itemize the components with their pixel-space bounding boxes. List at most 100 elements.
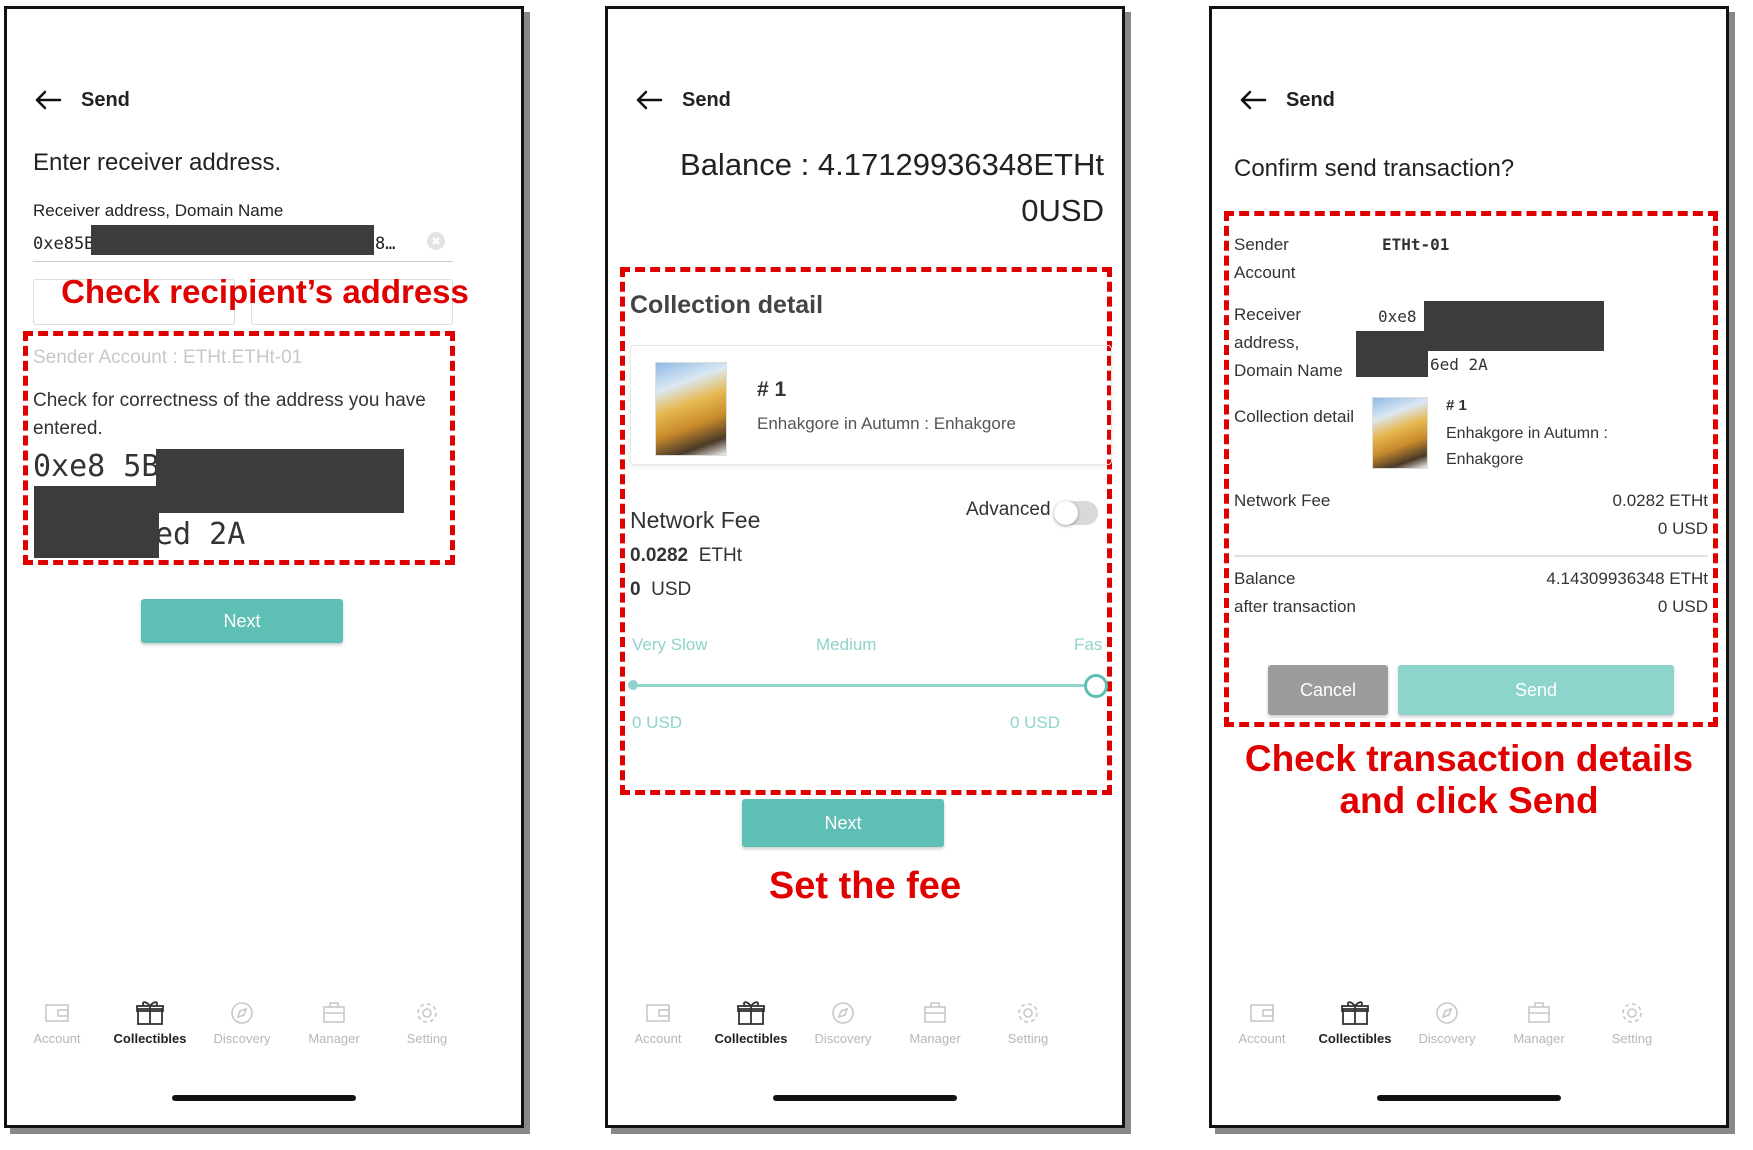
tab-collectibles[interactable]: Collectibles	[701, 995, 801, 1046]
phone-screen-confirm: Send Confirm send transaction? Sender Acc…	[1209, 6, 1729, 1128]
tab-label: Collectibles	[113, 1031, 187, 1046]
header: Send	[634, 85, 731, 115]
tab-manager[interactable]: Manager	[1489, 995, 1589, 1046]
clear-icon[interactable]	[427, 232, 445, 250]
fee-eth: 0.0282 ETHt	[630, 545, 742, 567]
briefcase-icon	[1489, 995, 1589, 1031]
network-fee-label: Network Fee	[1234, 491, 1331, 510]
home-indicator	[172, 1095, 356, 1101]
compass-icon	[1397, 995, 1497, 1031]
cancel-button[interactable]: Cancel	[1268, 665, 1388, 715]
back-arrow-icon[interactable]	[634, 85, 664, 115]
advanced-toggle[interactable]	[1054, 501, 1098, 525]
redaction-mask	[1356, 331, 1428, 377]
balance-amount: Balance : 4.17129936348ETHt	[680, 147, 1104, 182]
header-title: Send	[81, 88, 130, 111]
gift-box-icon	[701, 995, 801, 1031]
receiver-label-line: address,	[1234, 333, 1300, 352]
fee-speed-slider[interactable]	[628, 673, 1108, 699]
balance-usd: 0USD	[1021, 193, 1104, 228]
collectible-thumbnail	[1372, 397, 1428, 469]
compass-icon	[793, 995, 893, 1031]
tab-label: Manager	[308, 1031, 360, 1046]
compass-icon	[192, 995, 292, 1031]
tab-collectibles[interactable]: Collectibles	[100, 995, 200, 1046]
bottom-tab-bar: Account Collectibles Discovery Manager S…	[1212, 995, 1726, 1065]
advanced-label: Advanced	[966, 499, 1051, 520]
tab-setting[interactable]: Setting	[978, 995, 1078, 1046]
back-arrow-icon[interactable]	[33, 85, 63, 115]
gear-icon	[1582, 995, 1682, 1031]
collectible-number: # 1	[757, 378, 787, 401]
wallet-icon	[1212, 995, 1312, 1031]
speed-label-very-slow: Very Slow	[632, 635, 708, 654]
sender-label-line: Account	[1234, 263, 1296, 282]
speed-label-fast: Fas	[1074, 635, 1103, 654]
fee-usd-value: 0	[630, 579, 641, 600]
next-button[interactable]: Next	[141, 599, 343, 643]
slider-thumb[interactable]	[1084, 674, 1108, 698]
balance-after-value: 4.14309936348 ETHt	[1546, 569, 1708, 588]
gear-icon	[377, 995, 477, 1031]
tab-label: Account	[634, 1031, 682, 1046]
tab-discovery[interactable]: Discovery	[192, 995, 292, 1046]
tab-label: Account	[1238, 1031, 1286, 1046]
next-button[interactable]: Next	[742, 799, 944, 847]
bottom-tab-bar: Account Collectibles Discovery Manager S…	[7, 995, 521, 1065]
tab-label: Discovery	[1418, 1031, 1476, 1046]
tab-discovery[interactable]: Discovery	[1397, 995, 1497, 1046]
toggle-knob	[1054, 501, 1078, 525]
tab-label: Manager	[1513, 1031, 1565, 1046]
phone-screen-receiver: Send Enter receiver address. Receiver ad…	[4, 6, 524, 1128]
network-fee-value: 0.0282 ETHt	[1612, 491, 1708, 510]
sender-label: Sender Account	[1234, 231, 1295, 287]
back-arrow-icon[interactable]	[1238, 85, 1268, 115]
tab-setting[interactable]: Setting	[377, 995, 477, 1046]
annotation-check-recipient: Check recipient’s address	[61, 273, 469, 310]
speed-label-medium: Medium	[816, 635, 877, 654]
home-indicator	[773, 1095, 957, 1101]
balance-after-usd: 0 USD	[1657, 597, 1708, 616]
annotation-set-fee: Set the fee	[768, 865, 962, 907]
fee-unit: ETHt	[698, 545, 742, 566]
address-input-end: 8…	[375, 234, 396, 254]
gift-box-icon	[1305, 995, 1405, 1031]
redaction-mask	[156, 449, 404, 513]
page-heading: Enter receiver address.	[33, 149, 282, 176]
wallet-icon	[608, 995, 708, 1031]
collectible-name-line: Enhakgore	[1446, 451, 1524, 468]
collectible-name: Enhakgore in Autumn : Enhakgore	[1446, 421, 1608, 473]
gift-box-icon	[100, 995, 200, 1031]
address-check-message: Check for correctness of the address you…	[33, 390, 426, 439]
tab-manager[interactable]: Manager	[284, 995, 384, 1046]
redaction-mask	[91, 225, 374, 255]
redaction-mask	[1424, 301, 1604, 351]
tab-account[interactable]: Account	[7, 995, 107, 1046]
slow-fee-usd: 0 USD	[632, 713, 683, 732]
tab-label: Manager	[909, 1031, 961, 1046]
fee-usd-unit: USD	[651, 579, 692, 600]
balance-after-label: Balance after transaction	[1234, 565, 1356, 621]
collectible-thumbnail	[655, 362, 727, 456]
tab-manager[interactable]: Manager	[885, 995, 985, 1046]
collectible-card[interactable]: # 1 Enhakgore in Autumn : Enhakgore	[630, 345, 1112, 465]
slider-track	[632, 684, 1096, 687]
send-button[interactable]: Send	[1398, 665, 1674, 715]
tab-collectibles[interactable]: Collectibles	[1305, 995, 1405, 1046]
address-input-start: 0xe85B	[33, 234, 95, 254]
confirm-heading: Confirm send transaction?	[1234, 155, 1515, 182]
tab-label: Collectibles	[714, 1031, 788, 1046]
phone-screen-fee: Send Balance : 4.17129936348ETHt 0USD Co…	[605, 6, 1125, 1128]
gear-icon	[978, 995, 1078, 1031]
tab-discovery[interactable]: Discovery	[793, 995, 893, 1046]
tab-label: Discovery	[213, 1031, 271, 1046]
header: Send	[1238, 85, 1335, 115]
tab-account[interactable]: Account	[608, 995, 708, 1046]
tab-label: Discovery	[814, 1031, 872, 1046]
tab-account[interactable]: Account	[1212, 995, 1312, 1046]
header-title: Send	[1286, 88, 1335, 111]
network-fee-usd: 0 USD	[1657, 519, 1708, 538]
tab-setting[interactable]: Setting	[1582, 995, 1682, 1046]
network-fee-label: Network Fee	[630, 507, 761, 533]
sender-label-line: Sender	[1234, 235, 1289, 254]
